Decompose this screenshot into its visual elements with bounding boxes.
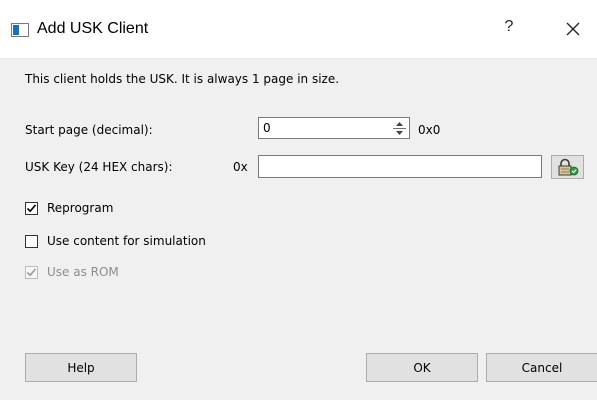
app-window-icon [11, 23, 29, 37]
start-page-hex-readout: 0x0 [418, 123, 441, 137]
usk-key-hex-prefix: 0x [233, 160, 248, 174]
rom-label: Use as ROM [47, 265, 119, 279]
checkmark-icon [26, 203, 37, 212]
rom-option: Use as ROM [25, 264, 119, 280]
simulation-option[interactable]: Use content for simulation [25, 233, 206, 249]
spin-down-button[interactable] [391, 128, 408, 137]
reprogram-option[interactable]: Reprogram [25, 200, 113, 216]
start-page-input[interactable] [259, 118, 385, 138]
reprogram-checkbox[interactable] [25, 201, 38, 215]
dialog-description: This client holds the USK. It is always … [25, 72, 340, 86]
rom-checkbox [25, 265, 38, 279]
help-question-button[interactable]: ? [499, 18, 519, 40]
usk-key-field[interactable] [258, 155, 542, 178]
start-page-spinbox[interactable] [258, 117, 410, 139]
help-button[interactable]: Help [25, 353, 137, 382]
close-button[interactable] [560, 16, 586, 42]
start-page-label: Start page (decimal): [25, 123, 153, 137]
close-icon [566, 22, 580, 36]
usk-key-label: USK Key (24 HEX chars): [25, 160, 173, 174]
title-bar: Add USK Client ? [0, 0, 597, 59]
ok-button[interactable]: OK [366, 353, 478, 382]
reprogram-label: Reprogram [47, 201, 114, 215]
spin-arrows[interactable] [391, 119, 408, 137]
lock-icon [558, 158, 578, 176]
chevron-up-icon [396, 121, 403, 126]
simulation-label: Use content for simulation [47, 234, 206, 248]
dialog-title: Add USK Client [37, 20, 149, 37]
spin-up-button[interactable] [391, 119, 408, 128]
cancel-button[interactable]: Cancel [486, 353, 597, 382]
simulation-checkbox[interactable] [25, 234, 38, 248]
checkmark-icon [26, 267, 37, 276]
lock-key-button[interactable] [551, 155, 584, 179]
usk-key-input[interactable] [259, 156, 541, 177]
chevron-down-icon [396, 130, 403, 135]
